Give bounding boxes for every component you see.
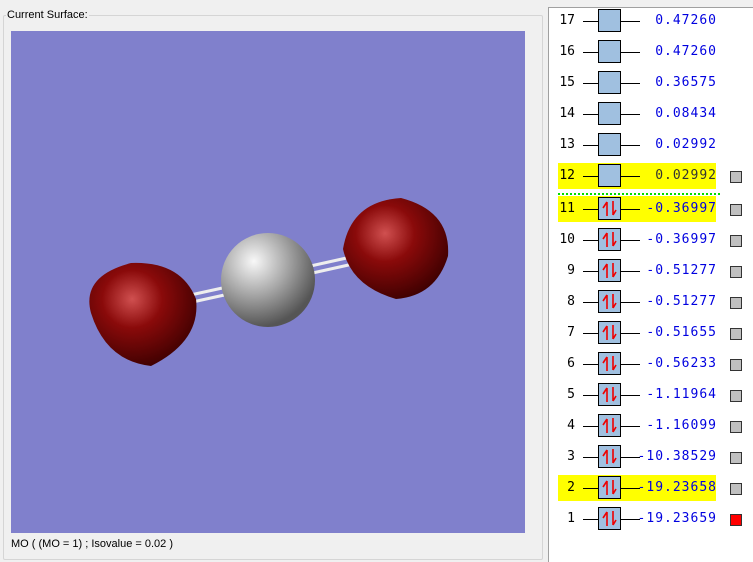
orbital-row[interactable]: 10 -0.36997 xyxy=(549,227,753,253)
orbital-energy: -1.16099 xyxy=(646,418,717,433)
current-surface-label: Current Surface: xyxy=(6,9,89,21)
oxygen-lobe-right xyxy=(343,198,449,299)
orbital-row[interactable]: 6 -0.56233 xyxy=(549,351,753,377)
surface-marker-checkbox[interactable] xyxy=(730,297,742,309)
orbital-row[interactable]: 16 0.47260 xyxy=(549,39,753,65)
orbital-number: 6 xyxy=(567,356,575,371)
carbon-atom xyxy=(221,233,315,327)
orbital-energy: -0.36997 xyxy=(646,201,717,216)
occupied-orbital-icon[interactable] xyxy=(598,197,621,220)
orbital-energy: 0.47260 xyxy=(655,13,717,28)
surface-marker-checkbox[interactable] xyxy=(730,483,742,495)
occupied-orbital-icon[interactable] xyxy=(598,352,621,375)
orbital-number: 17 xyxy=(559,13,575,28)
occupied-orbital-icon[interactable] xyxy=(598,507,621,530)
virtual-orbital-icon[interactable] xyxy=(598,133,621,156)
oxygen-lobe-left xyxy=(89,262,197,366)
orbital-row[interactable]: 17 0.47260 xyxy=(549,8,753,34)
orbital-row[interactable]: 2 -19.23658 xyxy=(549,475,753,501)
orbital-energy: 0.47260 xyxy=(655,44,717,59)
occupied-orbital-icon[interactable] xyxy=(598,290,621,313)
orbital-energy: -19.23659 xyxy=(637,511,717,526)
orbital-number: 10 xyxy=(559,232,575,247)
orbital-energy: -0.36997 xyxy=(646,232,717,247)
surface-marker-checkbox[interactable] xyxy=(730,390,742,402)
orbital-energy: -0.51277 xyxy=(646,263,717,278)
occupied-orbital-icon[interactable] xyxy=(598,228,621,251)
virtual-orbital-icon[interactable] xyxy=(598,71,621,94)
occupied-orbital-icon[interactable] xyxy=(598,259,621,282)
orbital-number: 2 xyxy=(567,480,575,495)
homo-lumo-divider xyxy=(558,193,720,195)
orbital-row[interactable]: 3 -10.38529 xyxy=(549,444,753,470)
orbital-number: 3 xyxy=(567,449,575,464)
orbital-number: 11 xyxy=(559,201,575,216)
virtual-orbital-icon[interactable] xyxy=(598,102,621,125)
molecule-viewer[interactable] xyxy=(11,31,525,533)
orbital-energy: 0.08434 xyxy=(655,106,717,121)
orbital-energy: -0.51277 xyxy=(646,294,717,309)
occupied-orbital-icon[interactable] xyxy=(598,414,621,437)
occupied-orbital-icon[interactable] xyxy=(598,383,621,406)
orbital-row[interactable]: 9 -0.51277 xyxy=(549,258,753,284)
orbital-energy: -10.38529 xyxy=(637,449,717,464)
orbital-energy: 0.02992 xyxy=(655,137,717,152)
orbital-row[interactable]: 12 0.02992 xyxy=(549,163,753,189)
orbital-energy: -0.56233 xyxy=(646,356,717,371)
orbital-number: 7 xyxy=(567,325,575,340)
orbital-row[interactable]: 5 -1.11964 xyxy=(549,382,753,408)
surface-marker-checkbox[interactable] xyxy=(730,421,742,433)
molecule-render xyxy=(89,198,449,366)
surface-marker-checkbox[interactable] xyxy=(730,171,742,183)
virtual-orbital-icon[interactable] xyxy=(598,40,621,63)
occupied-orbital-icon[interactable] xyxy=(598,476,621,499)
orbital-row[interactable]: 13 0.02992 xyxy=(549,132,753,158)
orbital-energy: -19.23658 xyxy=(637,480,717,495)
orbital-row[interactable]: 8 -0.51277 xyxy=(549,289,753,315)
occupied-orbital-icon[interactable] xyxy=(598,445,621,468)
orbital-row[interactable]: 15 0.36575 xyxy=(549,70,753,96)
orbital-row[interactable]: 7 -0.51655 xyxy=(549,320,753,346)
surface-marker-checkbox[interactable] xyxy=(730,514,742,526)
surface-marker-checkbox[interactable] xyxy=(730,204,742,216)
orbital-energy: -1.11964 xyxy=(646,387,717,402)
orbital-number: 5 xyxy=(567,387,575,402)
occupied-orbital-icon[interactable] xyxy=(598,321,621,344)
orbital-number: 4 xyxy=(567,418,575,433)
orbital-energy: 0.36575 xyxy=(655,75,717,90)
orbital-row[interactable]: 1 -19.23659 xyxy=(549,506,753,532)
surface-marker-checkbox[interactable] xyxy=(730,328,742,340)
surface-marker-checkbox[interactable] xyxy=(730,235,742,247)
surface-marker-checkbox[interactable] xyxy=(730,359,742,371)
orbital-energy: -0.51655 xyxy=(646,325,717,340)
virtual-orbital-icon[interactable] xyxy=(598,9,621,32)
virtual-orbital-icon[interactable] xyxy=(598,164,621,187)
status-text: MO ( (MO = 1) ; Isovalue = 0.02 ) xyxy=(11,538,173,550)
orbital-number: 9 xyxy=(567,263,575,278)
orbital-number: 1 xyxy=(567,511,575,526)
surface-marker-checkbox[interactable] xyxy=(730,266,742,278)
surface-marker-checkbox[interactable] xyxy=(730,452,742,464)
mo-energy-diagram[interactable]: 17 0.47260 16 0.47260 15 0.36575 14 0.08434 13 0.… xyxy=(548,7,753,562)
orbital-number: 8 xyxy=(567,294,575,309)
orbital-number: 14 xyxy=(559,106,575,121)
orbital-row[interactable]: 4 -1.16099 xyxy=(549,413,753,439)
orbital-number: 15 xyxy=(559,75,575,90)
orbital-energy: 0.02992 xyxy=(655,168,717,183)
orbital-number: 13 xyxy=(559,137,575,152)
orbital-row[interactable]: 11 -0.36997 xyxy=(549,196,753,222)
orbital-number: 16 xyxy=(559,44,575,59)
orbital-row[interactable]: 14 0.08434 xyxy=(549,101,753,127)
orbital-number: 12 xyxy=(559,168,575,183)
